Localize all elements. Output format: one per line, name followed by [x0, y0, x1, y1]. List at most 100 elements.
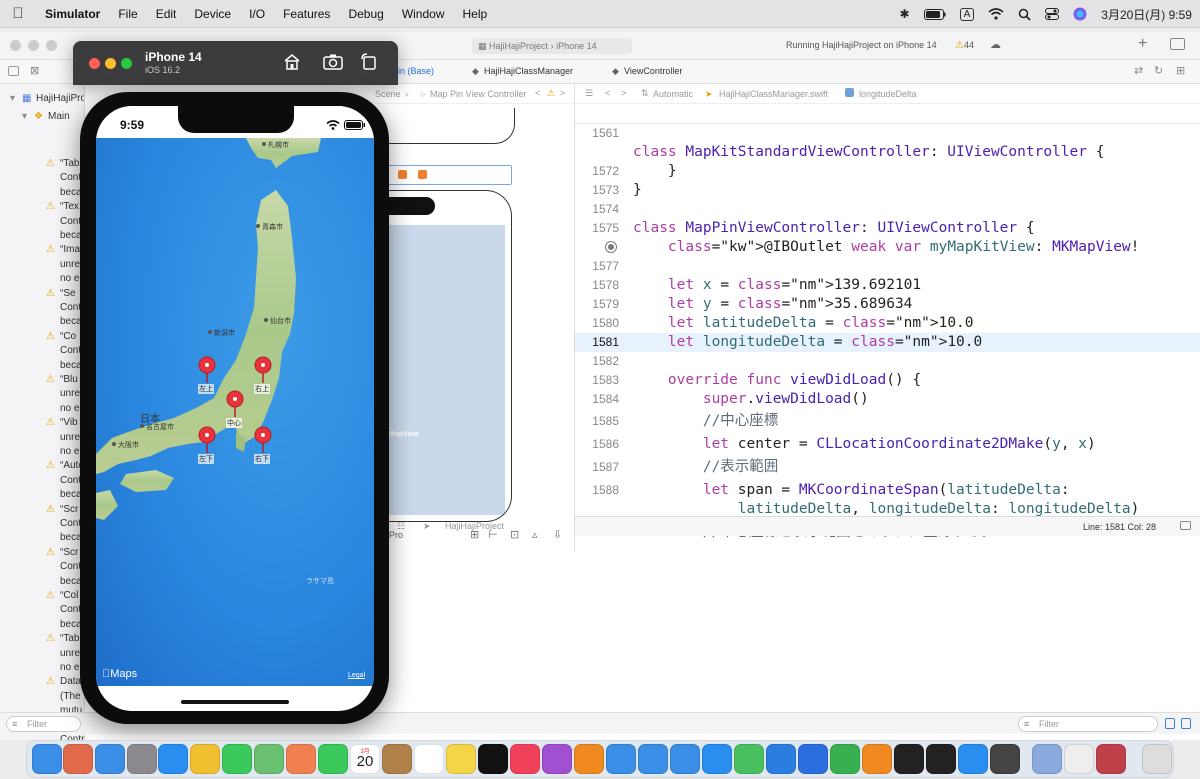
calendar-icon[interactable]: 3月 20	[350, 744, 380, 774]
apple-menu-icon[interactable]: 	[0, 5, 36, 22]
cloud-icon[interactable]: ☁	[990, 38, 1001, 51]
textedit-icon[interactable]	[1064, 744, 1094, 774]
chevron-left-icon[interactable]: <	[535, 88, 540, 98]
calculator-icon[interactable]	[990, 744, 1020, 774]
code-line[interactable]: 1583 override func viewDidLoad() {	[575, 371, 1200, 390]
code-line[interactable]: 1582	[575, 352, 1200, 371]
nav-issue-row[interactable]: ⚠ “Scr	[0, 547, 84, 561]
books-icon[interactable]	[574, 744, 604, 774]
nav-issue-row[interactable]: Cont	[0, 604, 84, 618]
settings-icon[interactable]	[127, 744, 157, 774]
editor-options-icon[interactable]: ☰	[585, 88, 593, 99]
nav-issue-row[interactable]: unre	[0, 388, 84, 402]
nav-issue-row[interactable]: ⚠ “Co	[0, 331, 84, 345]
variables-toggle-icon[interactable]	[1165, 718, 1175, 729]
nav-issue-row[interactable]: ⚠ “Vib	[0, 417, 84, 431]
photos-icon[interactable]	[286, 744, 316, 774]
iphone-screen[interactable]: 9:59 札幌市 青森市 仙台市 新潟市 名古屋市 大阪市 日本 ラサマ島 左上 右上 中心 左下右…	[96, 106, 374, 711]
code-line[interactable]: 1574	[575, 200, 1200, 219]
vscode-icon[interactable]	[766, 744, 796, 774]
map-pin[interactable]: 右下	[252, 426, 274, 466]
zoom-icon[interactable]	[958, 744, 988, 774]
code-editor[interactable]: ☰ < > ⇅ Automatic ➤ HajiHajiClassManager…	[575, 84, 1200, 552]
nav-issue-row[interactable]: beca	[0, 576, 84, 590]
nav-issue-row[interactable]: Cont	[0, 561, 84, 575]
sim-zoom-button[interactable]	[121, 58, 132, 69]
keynote-icon[interactable]	[798, 744, 828, 774]
exit-icon[interactable]	[418, 170, 427, 179]
appstore-icon[interactable]	[702, 744, 732, 774]
nav-issue-row[interactable]: ⚠ “Blu	[0, 374, 84, 388]
nav-issue-row[interactable]: ⚠ “Scr	[0, 504, 84, 518]
nav-issue-row[interactable]: no e	[0, 273, 84, 287]
related-items-icon[interactable]: ⇅	[641, 88, 649, 99]
menu-help[interactable]: Help	[454, 7, 497, 21]
notes-brown-icon[interactable]	[382, 744, 412, 774]
code-line[interactable]: 1578 let x = class="nm">139.692101	[575, 276, 1200, 295]
numbers-icon[interactable]	[734, 744, 764, 774]
chevron-right-icon[interactable]: >	[621, 88, 626, 98]
nav-issue-row[interactable]: ⚠ “Col	[0, 590, 84, 604]
code-line[interactable]: 1581 let longitudeDelta = class="nm">10.…	[575, 333, 1200, 352]
scheme-selector[interactable]: ▦ HajiHajiProject › iPhone 14	[472, 38, 632, 54]
code-line[interactable]: 1586 let center = CLLocationCoordinate2D…	[575, 435, 1200, 454]
nav-issue-row[interactable]: no e	[0, 403, 84, 417]
bar-icon[interactable]: ☷	[397, 521, 405, 532]
finder-icon[interactable]	[32, 744, 62, 774]
nav-issue-row[interactable]: (The	[0, 691, 84, 705]
ib-scene-path[interactable]: Map Pin View Controller	[430, 89, 526, 99]
instruments-icon[interactable]	[638, 744, 668, 774]
nav-group-row[interactable]: ▾ ❖ Main	[0, 111, 84, 125]
home-icon[interactable]	[283, 53, 301, 73]
safari-icon[interactable]	[158, 744, 188, 774]
panel-toggle-icon[interactable]	[1180, 521, 1191, 530]
facetime-icon[interactable]	[318, 744, 348, 774]
legal-link[interactable]: Legal	[348, 672, 365, 679]
code-line[interactable]: 1587 //表示範囲	[575, 458, 1200, 477]
chevron-left-icon[interactable]: <	[605, 88, 610, 98]
jump-symbol[interactable]: longitudeDelta	[859, 89, 917, 99]
nav-issue-row[interactable]: ⚠ “Tab	[0, 633, 84, 647]
nav-issue-row[interactable]: no e	[0, 662, 84, 676]
nav-project-row[interactable]: ▾ ▦ HajiHajiProject	[0, 93, 84, 107]
jump-file[interactable]: HajiHajiClassManager.swift	[719, 89, 828, 99]
code-line[interactable]: 1579 let y = class="nm">35.689634	[575, 295, 1200, 314]
menu-device[interactable]: Device	[185, 7, 240, 21]
messages-icon[interactable]	[222, 744, 252, 774]
siri-icon[interactable]	[1073, 7, 1087, 21]
nav-issue-row[interactable]: Cont	[0, 302, 84, 316]
tab-base[interactable]: in (Base)	[398, 66, 434, 76]
input-source-badge[interactable]: A	[959, 7, 975, 21]
reminders-icon[interactable]	[414, 744, 444, 774]
menu-edit[interactable]: Edit	[147, 7, 186, 21]
home-indicator[interactable]	[181, 700, 289, 704]
mail-icon[interactable]	[95, 744, 125, 774]
menu-features[interactable]: Features	[274, 7, 339, 21]
interface-builder-canvas[interactable]: Scene › ○ Map Pin View Controller < ⚠ > …	[375, 84, 575, 552]
menu-clock[interactable]: 3月20日(月) 9:59	[1101, 6, 1192, 23]
screenshot-icon[interactable]	[323, 54, 343, 73]
outlet-connection-icon[interactable]	[605, 241, 617, 253]
nav-issue-row[interactable]: beca	[0, 532, 84, 546]
nav-issue-row[interactable]: ⚠“Auto	[0, 460, 84, 474]
navigator-filter[interactable]: ≡ Filter	[6, 716, 81, 732]
nav-issue-row[interactable]: Cont	[0, 518, 84, 532]
menu-io[interactable]: I/O	[240, 7, 274, 21]
folder-icon[interactable]	[8, 66, 19, 76]
nav-issue-row[interactable]: ⚠ “Tab	[0, 158, 84, 172]
maps-icon[interactable]	[254, 744, 284, 774]
code-line[interactable]: 1572 }	[575, 162, 1200, 181]
numbers2-icon[interactable]	[830, 744, 860, 774]
appletv-icon[interactable]	[478, 744, 508, 774]
nav-issue-row[interactable]: beca	[0, 360, 84, 374]
resolve-issues-icon[interactable]: ▵	[532, 528, 538, 541]
code-line[interactable]: 1585 //中心座標	[575, 412, 1200, 431]
spotlight-icon[interactable]	[1018, 8, 1031, 21]
nav-issue-row[interactable]: Cont	[0, 345, 84, 359]
menu-file[interactable]: File	[109, 7, 146, 21]
bluetooth-icon[interactable]: ✱	[900, 7, 910, 21]
tab-class-manager[interactable]: HajiHajiClassManager	[484, 66, 573, 76]
console-toggle-icon[interactable]	[1181, 718, 1191, 729]
warnings-indicator[interactable]: ⚠44	[955, 40, 974, 51]
sim-close-button[interactable]	[89, 58, 100, 69]
